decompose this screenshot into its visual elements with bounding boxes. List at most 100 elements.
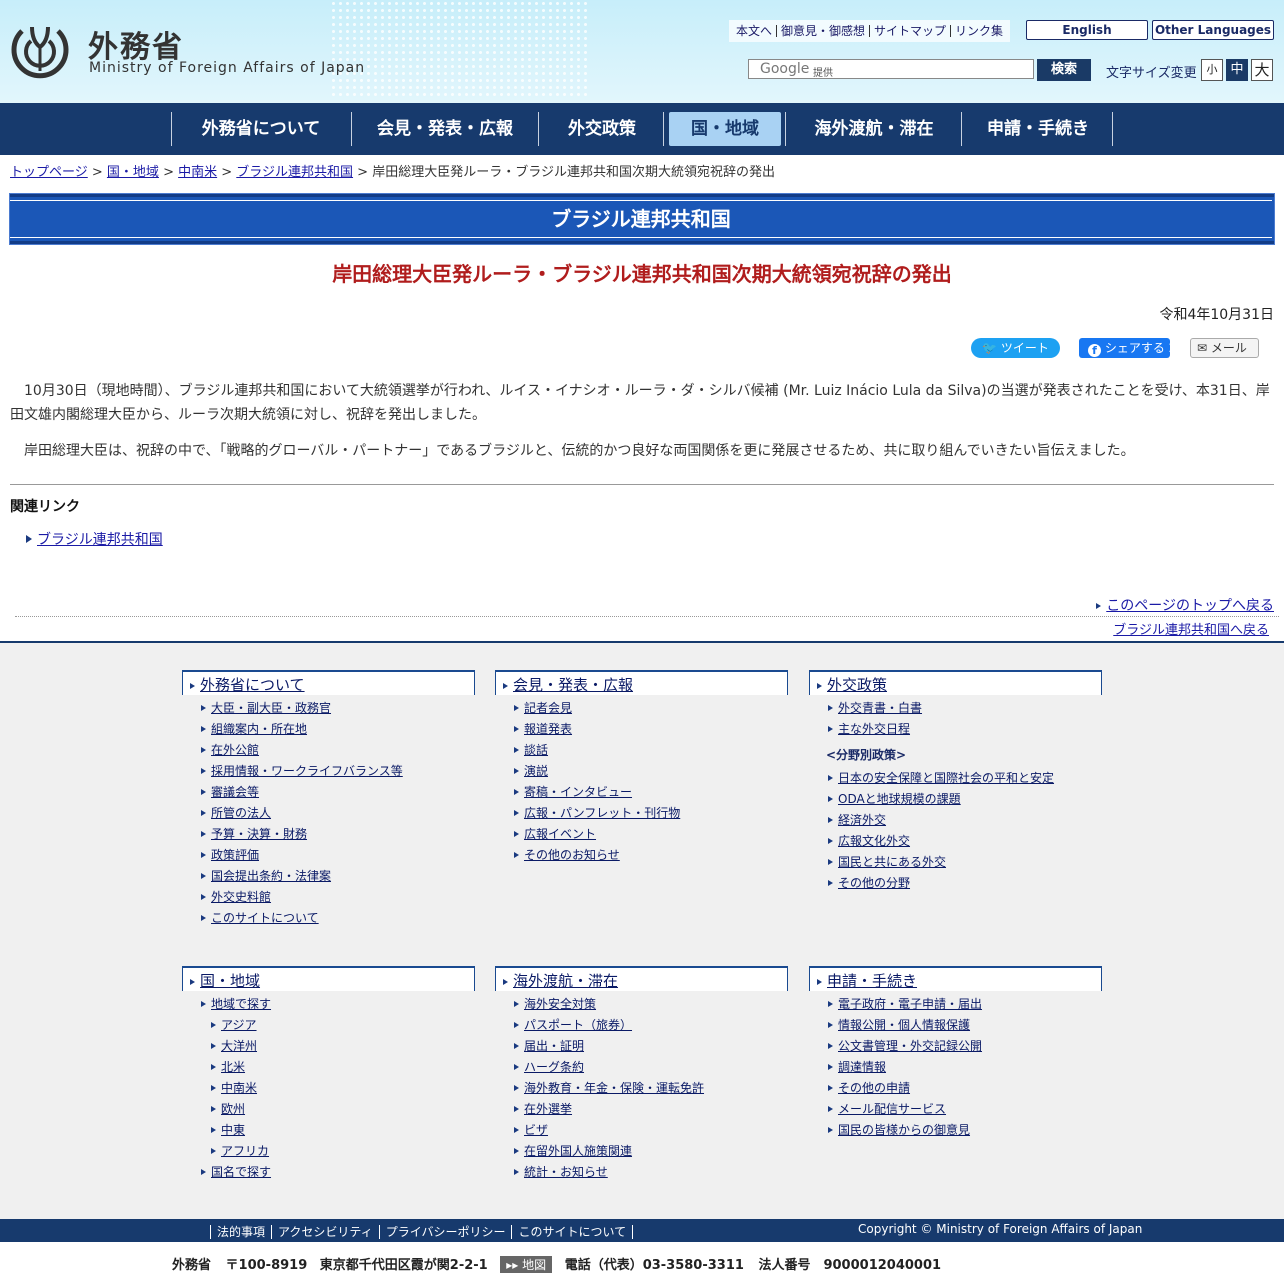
back-to-top-link[interactable]: このページのトップへ戻る	[1106, 598, 1274, 614]
footer-link[interactable]: 海外教育・年金・保険・運転免許	[524, 1081, 704, 1095]
footer-link[interactable]: 中東	[221, 1123, 245, 1137]
footer-link[interactable]: 審議会等	[211, 785, 259, 799]
footer-link[interactable]: 国民と共にある外交	[838, 855, 946, 869]
footer-link[interactable]: 地域で探す	[211, 997, 271, 1011]
footer-link[interactable]: 国会提出条約・法律案	[211, 869, 331, 883]
breadcrumb-countries[interactable]: 国・地域	[107, 165, 159, 180]
list-item: 公文書管理・外交記録公開	[809, 1036, 1102, 1057]
footer-link[interactable]: 組織案内・所在地	[211, 722, 307, 736]
list-item: 情報公開・個人情報保護	[809, 1015, 1102, 1036]
tweet-button[interactable]: 🐦 ツイート	[971, 338, 1060, 358]
footer-heading-link[interactable]: 外務省について	[200, 676, 305, 694]
footer-link[interactable]: その他の分野	[838, 876, 910, 890]
footer-link[interactable]: 欧州	[221, 1102, 245, 1116]
footer-link[interactable]: 広報・パンフレット・刊行物	[524, 806, 680, 820]
footer-link[interactable]: ビザ	[524, 1123, 548, 1137]
breadcrumb-top[interactable]: トップページ	[10, 165, 88, 180]
privacy-policy-link[interactable]: プライバシーポリシー	[378, 1225, 512, 1239]
footer-link[interactable]: 届出・証明	[524, 1039, 584, 1053]
footer-link[interactable]: 広報イベント	[524, 827, 596, 841]
footer-link[interactable]: 電子政府・電子申請・届出	[838, 997, 982, 1011]
footer-heading-link[interactable]: 国・地域	[200, 972, 260, 990]
nav-procedures[interactable]: 申請・手続き	[968, 112, 1108, 146]
skip-to-content-link[interactable]: 本文へ	[732, 25, 776, 37]
nav-press[interactable]: 会見・発表・広報	[360, 112, 530, 146]
footer-link[interactable]: アジア	[221, 1018, 257, 1032]
other-languages-button[interactable]: Other Languages	[1152, 20, 1274, 40]
breadcrumb-brazil[interactable]: ブラジル連邦共和国	[236, 165, 353, 180]
footer-link[interactable]: ODAと地球規模の課題	[838, 792, 961, 806]
footer-link[interactable]: 大洋州	[221, 1039, 257, 1053]
links-link[interactable]: リンク集	[950, 25, 1007, 37]
footer-link[interactable]: メール配信サービス	[838, 1102, 946, 1116]
body-paragraph: 岸田総理大臣は、祝辞の中で、「戦略的グローバル・パートナー」であるブラジルと、伝…	[24, 443, 1135, 459]
nav-foreign-policy[interactable]: 外交政策	[546, 112, 658, 146]
footer-link[interactable]: 中南米	[221, 1081, 257, 1095]
footer-link[interactable]: 調達情報	[838, 1060, 886, 1074]
map-button[interactable]: ▸▸ 地図	[500, 1256, 553, 1273]
sitemap-link[interactable]: サイトマップ	[869, 25, 950, 37]
footer-link[interactable]: 談話	[524, 743, 548, 757]
footer-link[interactable]: ハーグ条約	[524, 1060, 584, 1074]
footer-link[interactable]: 大臣・副大臣・政務官	[211, 701, 331, 715]
footer-link[interactable]: 記者会見	[524, 701, 572, 715]
footer-link[interactable]: その他の申請	[838, 1081, 910, 1095]
footer-link[interactable]: 北米	[221, 1060, 245, 1074]
footer-link[interactable]: 予算・決算・財務	[211, 827, 307, 841]
footer-link[interactable]: パスポート（旅券）	[524, 1018, 632, 1032]
footer-heading-link[interactable]: 海外渡航・滞在	[513, 972, 618, 990]
footer-link[interactable]: 情報公開・個人情報保護	[838, 1018, 970, 1032]
footer-link[interactable]: 所管の法人	[211, 806, 271, 820]
back-to-brazil-link[interactable]: ブラジル連邦共和国へ戻る	[1113, 623, 1269, 638]
nav-countries-regions[interactable]: 国・地域	[669, 112, 781, 146]
footer-link[interactable]: 演説	[524, 764, 548, 778]
footer-link[interactable]: 広報文化外交	[838, 834, 910, 848]
footer-link[interactable]: 在外選挙	[524, 1102, 572, 1116]
footer-link[interactable]: 主な外交日程	[838, 722, 910, 736]
footer-link[interactable]: 日本の安全保障と国際社会の平和と安定	[838, 771, 1054, 785]
related-links-heading: 関連リンク	[10, 499, 80, 515]
search-button[interactable]: 検索	[1037, 59, 1091, 81]
mail-share-button[interactable]: ✉ メール	[1190, 338, 1259, 358]
footer-link[interactable]: 海外安全対策	[524, 997, 596, 1011]
about-site-link[interactable]: このサイトについて	[511, 1225, 634, 1239]
footer-link[interactable]: アフリカ	[221, 1144, 269, 1158]
facebook-share-button[interactable]: f シェアする 2	[1079, 338, 1170, 358]
footer-link[interactable]: 外交青書・白書	[838, 701, 922, 715]
nav-about-mofa[interactable]: 外務省について	[180, 112, 342, 146]
list-item: ODAと地球規模の課題	[809, 789, 1102, 810]
triangle-bullet-icon	[201, 768, 206, 774]
nav-divider	[171, 112, 172, 146]
footer-link[interactable]: 政策評価	[211, 848, 259, 862]
legal-link[interactable]: 法的事項	[210, 1225, 272, 1239]
footer-link[interactable]: 在留外国人施策関連	[524, 1144, 632, 1158]
footer-link[interactable]: 外交史料館	[211, 890, 271, 904]
footer-heading-link[interactable]: 申請・手続き	[827, 972, 917, 990]
font-size-large-button[interactable]: 大	[1251, 59, 1273, 81]
mofa-logo-icon[interactable]	[10, 19, 70, 81]
footer-link[interactable]: 報道発表	[524, 722, 572, 736]
footer-heading-link[interactable]: 外交政策	[827, 676, 887, 694]
footer-link[interactable]: 寄稿・インタビュー	[524, 785, 632, 799]
footer-link[interactable]: 採用情報・ワークライフバランス等	[211, 764, 403, 778]
site-title-en[interactable]: Ministry of Foreign Affairs of Japan	[89, 60, 365, 76]
font-size-small-button[interactable]: 小	[1201, 59, 1223, 81]
triangle-bullet-icon	[828, 1064, 833, 1070]
footer-link[interactable]: 在外公館	[211, 743, 259, 757]
footer-link[interactable]: 国名で探す	[211, 1165, 271, 1179]
search-input[interactable]: Google 提供	[748, 59, 1034, 79]
footer-link[interactable]: 統計・お知らせ	[524, 1165, 608, 1179]
footer-link[interactable]: このサイトについて	[211, 911, 319, 925]
english-button[interactable]: English	[1026, 20, 1148, 40]
font-size-medium-button[interactable]: 中	[1226, 59, 1248, 81]
breadcrumb-latin-america[interactable]: 中南米	[178, 165, 217, 180]
footer-link[interactable]: 公文書管理・外交記録公開	[838, 1039, 982, 1053]
footer-heading-link[interactable]: 会見・発表・広報	[513, 676, 633, 694]
feedback-link[interactable]: 御意見・御感想	[776, 25, 869, 37]
accessibility-link[interactable]: アクセシビリティ	[271, 1225, 379, 1239]
footer-link[interactable]: 国民の皆様からの御意見	[838, 1123, 970, 1137]
footer-link[interactable]: その他のお知らせ	[524, 848, 620, 862]
nav-travel[interactable]: 海外渡航・滞在	[794, 112, 954, 146]
footer-link[interactable]: 経済外交	[838, 813, 886, 827]
related-link-brazil[interactable]: ブラジル連邦共和国	[37, 532, 163, 548]
